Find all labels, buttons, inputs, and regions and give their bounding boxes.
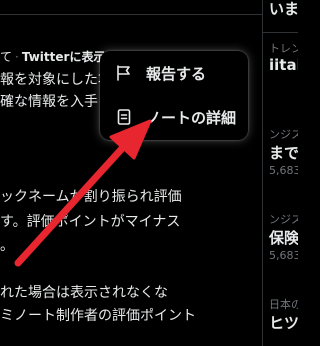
trend-post-count: 5,683 — [269, 249, 298, 262]
note-header: て · Twitterに表示 — [0, 49, 105, 65]
note-text-line: れた場合は表示されなくな — [0, 285, 168, 301]
trend-context[interactable]: ンジス — [269, 211, 298, 227]
trend-title[interactable]: 保険 — [269, 227, 298, 248]
menu-item-label: ノートの詳細 — [146, 108, 237, 127]
note-text-line: 報を対象にした場 — [0, 72, 112, 88]
trend-title[interactable]: まで — [269, 142, 298, 163]
trend-post-count: 5,683 — [269, 164, 298, 177]
divider — [263, 32, 298, 33]
menu-item-report[interactable]: 報告する — [100, 51, 248, 95]
menu-item-label: 報告する — [146, 64, 207, 83]
header-separator: · — [15, 50, 19, 64]
divider — [0, 14, 262, 15]
menu-item-note-details[interactable]: ノートの詳細 — [100, 95, 248, 139]
sidebar-heading: いま — [269, 0, 298, 18]
note-text-line: 確な情報を入手 — [0, 94, 98, 110]
brand-label: Twitterに表示 — [21, 50, 106, 64]
trends-sidebar: いま トレン iitai ンジス まで 5,683 ンジス 保険 5,683 日… — [263, 0, 298, 346]
note-text-line: ミノート制作者の評価ポイント — [0, 308, 196, 324]
trend-title[interactable]: ヒツ — [269, 312, 298, 333]
note-text-line: ックネームが割り振られ評価 — [0, 189, 182, 205]
flag-icon — [114, 63, 134, 83]
note-text-line: す。評価ポイントがマイナス — [0, 214, 181, 230]
trend-title[interactable]: iitai — [269, 56, 298, 74]
trend-context[interactable]: ンジス — [269, 126, 298, 142]
note-options-menu: 報告する ノートの詳細 — [100, 51, 248, 140]
note-text-line: 。 — [0, 238, 14, 254]
trend-context[interactable]: 日本の — [269, 296, 298, 312]
note-header-tail: て — [0, 50, 13, 64]
document-icon — [114, 107, 134, 127]
trend-context[interactable]: トレン — [269, 40, 298, 56]
